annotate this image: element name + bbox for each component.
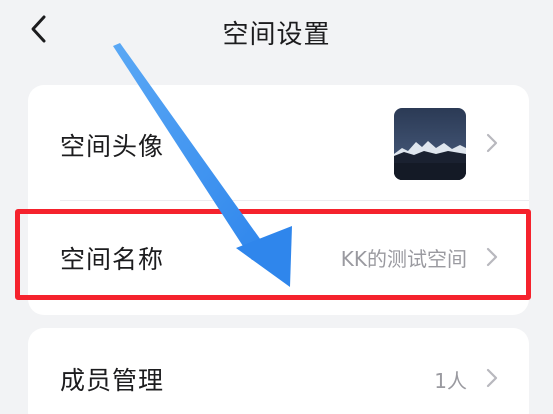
space-avatar-image[interactable] [394, 108, 466, 180]
members-card: 成员管理 1人 [28, 328, 529, 414]
screen: 空间设置 空间头像 空间名称 KK的测试空间 成员管理 1人 [0, 0, 553, 414]
space-name-value: KK的测试空间 [340, 247, 467, 271]
chevron-right-icon [486, 368, 498, 388]
page-title: 空间设置 [222, 20, 331, 50]
chevron-right-icon [486, 247, 498, 267]
space-avatar-label: 空间头像 [60, 132, 165, 161]
mountain-photo [394, 108, 466, 180]
chevron-right-icon [486, 133, 498, 153]
settings-card: 空间头像 空间名称 KK的测试空间 [28, 85, 529, 315]
nav-header: 空间设置 [0, 0, 553, 62]
member-management-label: 成员管理 [60, 366, 165, 395]
space-name-label: 空间名称 [60, 245, 165, 274]
space-avatar-row[interactable]: 空间头像 [28, 85, 529, 200]
member-management-row[interactable]: 成员管理 1人 [28, 328, 529, 414]
space-name-row[interactable]: 空间名称 KK的测试空间 [28, 200, 529, 315]
member-count: 1人 [434, 369, 467, 393]
